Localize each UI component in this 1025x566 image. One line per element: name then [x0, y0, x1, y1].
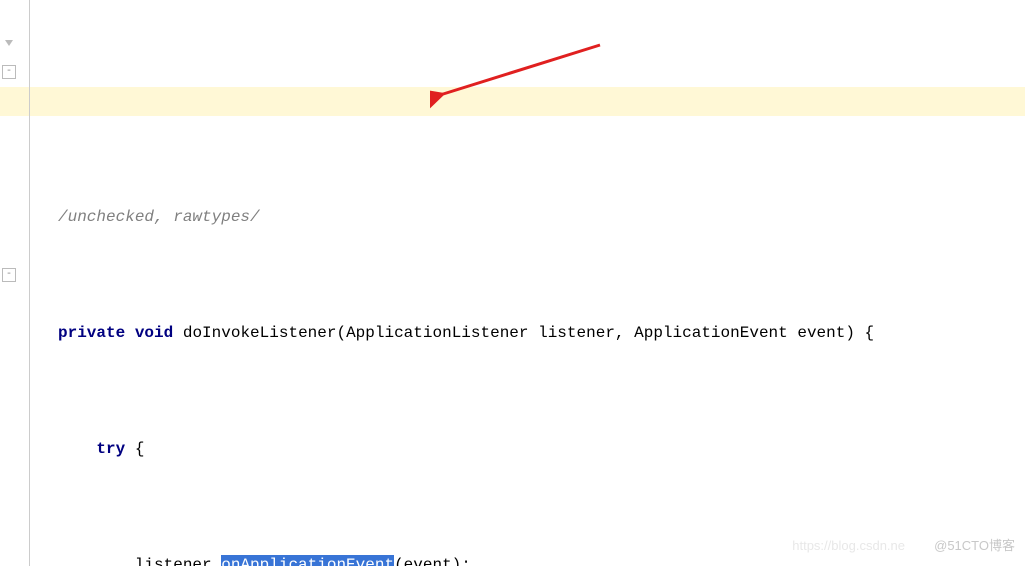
fold-icon[interactable] [2, 36, 16, 50]
fold-minus-icon[interactable]: - [2, 65, 16, 79]
gutter: - - [0, 0, 30, 566]
method-signature: private void doInvokeListener(Applicatio… [58, 324, 874, 342]
invoke-suffix: (event); [394, 556, 471, 566]
selected-method[interactable]: onApplicationEvent [221, 555, 394, 566]
code-editor[interactable]: - - /unchecked, rawtypes/ private void d… [0, 0, 1025, 566]
invoke-prefix: listener. [135, 556, 221, 566]
fold-minus-icon[interactable]: - [2, 268, 16, 282]
watermark-csdn: https://blog.csdn.ne [792, 531, 905, 560]
watermark-51cto: @51CTO博客 [934, 531, 1015, 560]
annotation-text: /unchecked, rawtypes/ [58, 208, 260, 226]
try-keyword: try [96, 440, 125, 458]
code-area[interactable]: /unchecked, rawtypes/ private void doInv… [30, 0, 1025, 566]
